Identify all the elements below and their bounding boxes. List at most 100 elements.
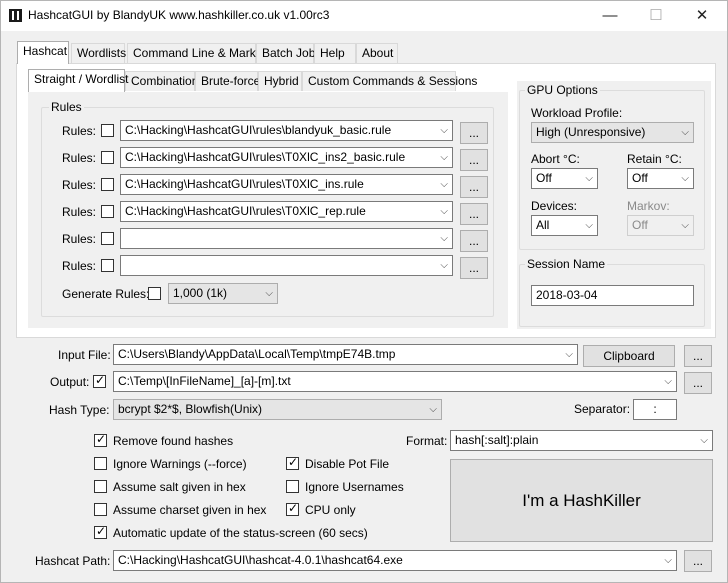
close-button[interactable]: ✕ <box>679 1 725 31</box>
tab-help[interactable]: Help <box>314 43 356 64</box>
subtab-straight-wordlist[interactable]: Straight / Wordlist <box>28 69 128 92</box>
chevron-down-icon: ⌵ <box>440 125 448 136</box>
tab-about[interactable]: About <box>356 43 398 64</box>
cpu-only-label: CPU only <box>305 503 356 517</box>
cpu-only-checkbox[interactable] <box>286 501 299 516</box>
tab-command-line-markov[interactable]: Command Line & Markov <box>127 43 268 64</box>
rule-browse-button-1[interactable]: ... <box>460 122 488 144</box>
disable-pot-file-label: Disable Pot File <box>305 457 390 471</box>
workload-profile-label: Workload Profile: <box>531 106 623 120</box>
disable-pot-file-checkbox[interactable] <box>286 455 299 470</box>
format-label: Format: <box>406 434 448 448</box>
rule-combo-3[interactable]: C:\Hacking\HashcatGUI\rules\T0XlC_ins.ru… <box>120 174 453 195</box>
ignore-usernames-checkbox[interactable] <box>286 480 299 493</box>
rule-combo-1[interactable]: C:\Hacking\HashcatGUI\rules\blandyuk_bas… <box>120 120 453 141</box>
rules-label-1: Rules: <box>62 124 97 138</box>
rule-value-3: C:\Hacking\HashcatGUI\rules\T0XlC_ins.ru… <box>125 177 364 191</box>
output-checkbox[interactable] <box>93 373 106 388</box>
minimize-button[interactable]: — <box>587 1 633 31</box>
hashcat-path-combo[interactable]: C:\Hacking\HashcatGUI\hashcat-4.0.1\hash… <box>113 550 677 571</box>
tab-batch-job[interactable]: Batch Job <box>256 43 315 64</box>
rule-combo-2[interactable]: C:\Hacking\HashcatGUI\rules\T0XlC_ins2_b… <box>120 147 453 168</box>
separator-input[interactable]: : <box>633 399 677 420</box>
rule-checkbox-4[interactable] <box>101 205 114 218</box>
workload-profile-value: High (Unresponsive) <box>536 125 646 139</box>
ignore-warnings-label: Ignore Warnings (--force) <box>113 457 247 471</box>
output-combo[interactable]: C:\Temp\[InFileName]_[a]-[m].txt ⌵ <box>113 371 677 392</box>
assume-charset-hex-checkbox[interactable] <box>94 503 107 516</box>
hash-type-combo[interactable]: bcrypt $2*$, Blowfish(Unix) ⌵ <box>113 399 442 420</box>
abort-temp-combo[interactable]: Off ⌵ <box>531 168 598 189</box>
remove-found-hashes-checkbox[interactable] <box>94 432 107 447</box>
rule-browse-button-4[interactable]: ... <box>460 203 488 225</box>
tab-hashcat[interactable]: Hashcat <box>17 41 69 64</box>
hashcat-path-label: Hashcat Path: <box>35 554 111 568</box>
rule-browse-button-6[interactable]: ... <box>460 257 488 279</box>
subtab-custom-commands-sessions[interactable]: Custom Commands & Sessions <box>302 71 477 92</box>
separator-label: Separator: <box>574 402 631 416</box>
input-file-browse-button[interactable]: ... <box>684 345 712 367</box>
auto-update-status-checkbox[interactable] <box>94 524 107 539</box>
rules-label-2: Rules: <box>62 151 97 165</box>
retain-temp-label: Retain °C: <box>627 152 682 166</box>
markov-label: Markov: <box>627 199 670 213</box>
session-name-title: Session Name <box>525 257 608 271</box>
ignore-usernames-label: Ignore Usernames <box>305 480 404 494</box>
chevron-down-icon: ⌵ <box>265 288 273 299</box>
window-title: HashcatGUI by BlandyUK www.hashkiller.co… <box>28 8 330 22</box>
rule-combo-5[interactable]: ⌵ <box>120 228 453 249</box>
generate-rules-combo[interactable]: 1,000 (1k) ⌵ <box>168 283 278 304</box>
rules-group-title: Rules <box>49 100 84 114</box>
devices-combo[interactable]: All ⌵ <box>531 215 598 236</box>
abort-temp-value: Off <box>536 171 552 185</box>
chevron-down-icon: ⌵ <box>664 376 672 387</box>
workload-profile-combo[interactable]: High (Unresponsive) ⌵ <box>531 122 694 143</box>
tab-wordlists[interactable]: Wordlists <box>71 43 126 64</box>
app-window: HashcatGUI by BlandyUK www.hashkiller.co… <box>0 0 728 583</box>
rule-checkbox-2[interactable] <box>101 151 114 164</box>
output-browse-button[interactable]: ... <box>684 372 712 394</box>
chevron-down-icon: ⌵ <box>565 349 573 360</box>
chevron-down-icon: ⌵ <box>681 173 689 184</box>
gpu-options-title: GPU Options <box>525 83 600 97</box>
output-value: C:\Temp\[InFileName]_[a]-[m].txt <box>118 374 291 388</box>
format-combo[interactable]: hash[:salt]:plain ⌵ <box>450 430 713 451</box>
rule-combo-4[interactable]: C:\Hacking\HashcatGUI\rules\T0XlC_rep.ru… <box>120 201 453 222</box>
auto-update-status-label: Automatic update of the status-screen (6… <box>113 526 368 540</box>
session-name-input[interactable]: 2018-03-04 <box>531 285 694 306</box>
maximize-button[interactable]: ☐ <box>633 1 679 31</box>
remove-found-hashes-label: Remove found hashes <box>113 434 234 448</box>
chevron-down-icon: ⌵ <box>700 435 708 446</box>
generate-rules-label: Generate Rules: <box>62 287 150 301</box>
hashcat-path-value: C:\Hacking\HashcatGUI\hashcat-4.0.1\hash… <box>118 553 403 567</box>
clipboard-button[interactable]: Clipboard <box>583 345 675 367</box>
subtab-combination[interactable]: Combination <box>125 71 198 92</box>
rule-value-4: C:\Hacking\HashcatGUI\rules\T0XlC_rep.ru… <box>125 204 366 218</box>
rule-browse-button-2[interactable]: ... <box>460 149 488 171</box>
rule-checkbox-3[interactable] <box>101 178 114 191</box>
rule-combo-6[interactable]: ⌵ <box>120 255 453 276</box>
title-bar: HashcatGUI by BlandyUK www.hashkiller.co… <box>1 1 727 31</box>
subtab-brute-force[interactable]: Brute-force <box>195 71 260 92</box>
hashcat-path-browse-button[interactable]: ... <box>684 550 712 572</box>
assume-salt-hex-checkbox[interactable] <box>94 480 107 493</box>
rule-browse-button-3[interactable]: ... <box>460 176 488 198</box>
start-hashkiller-button[interactable]: I'm a HashKiller <box>450 459 713 542</box>
generate-rules-checkbox[interactable] <box>148 287 161 300</box>
rule-checkbox-1[interactable] <box>101 124 114 137</box>
chevron-down-icon: ⌵ <box>664 555 672 566</box>
retain-temp-combo[interactable]: Off ⌵ <box>627 168 694 189</box>
rule-checkbox-6[interactable] <box>101 259 114 272</box>
ignore-warnings-checkbox[interactable] <box>94 457 107 470</box>
chevron-down-icon: ⌵ <box>440 179 448 190</box>
rules-label-3: Rules: <box>62 178 97 192</box>
assume-salt-hex-label: Assume salt given in hex <box>113 480 246 494</box>
devices-value: All <box>536 218 550 232</box>
markov-value: Off <box>632 218 648 232</box>
rule-checkbox-5[interactable] <box>101 232 114 245</box>
rule-browse-button-5[interactable]: ... <box>460 230 488 252</box>
hash-type-label: Hash Type: <box>49 403 110 417</box>
subtab-hybrid[interactable]: Hybrid <box>258 71 302 92</box>
input-file-combo[interactable]: C:\Users\Blandy\AppData\Local\Temp\tmpE7… <box>113 344 578 365</box>
devices-label: Devices: <box>531 199 578 213</box>
